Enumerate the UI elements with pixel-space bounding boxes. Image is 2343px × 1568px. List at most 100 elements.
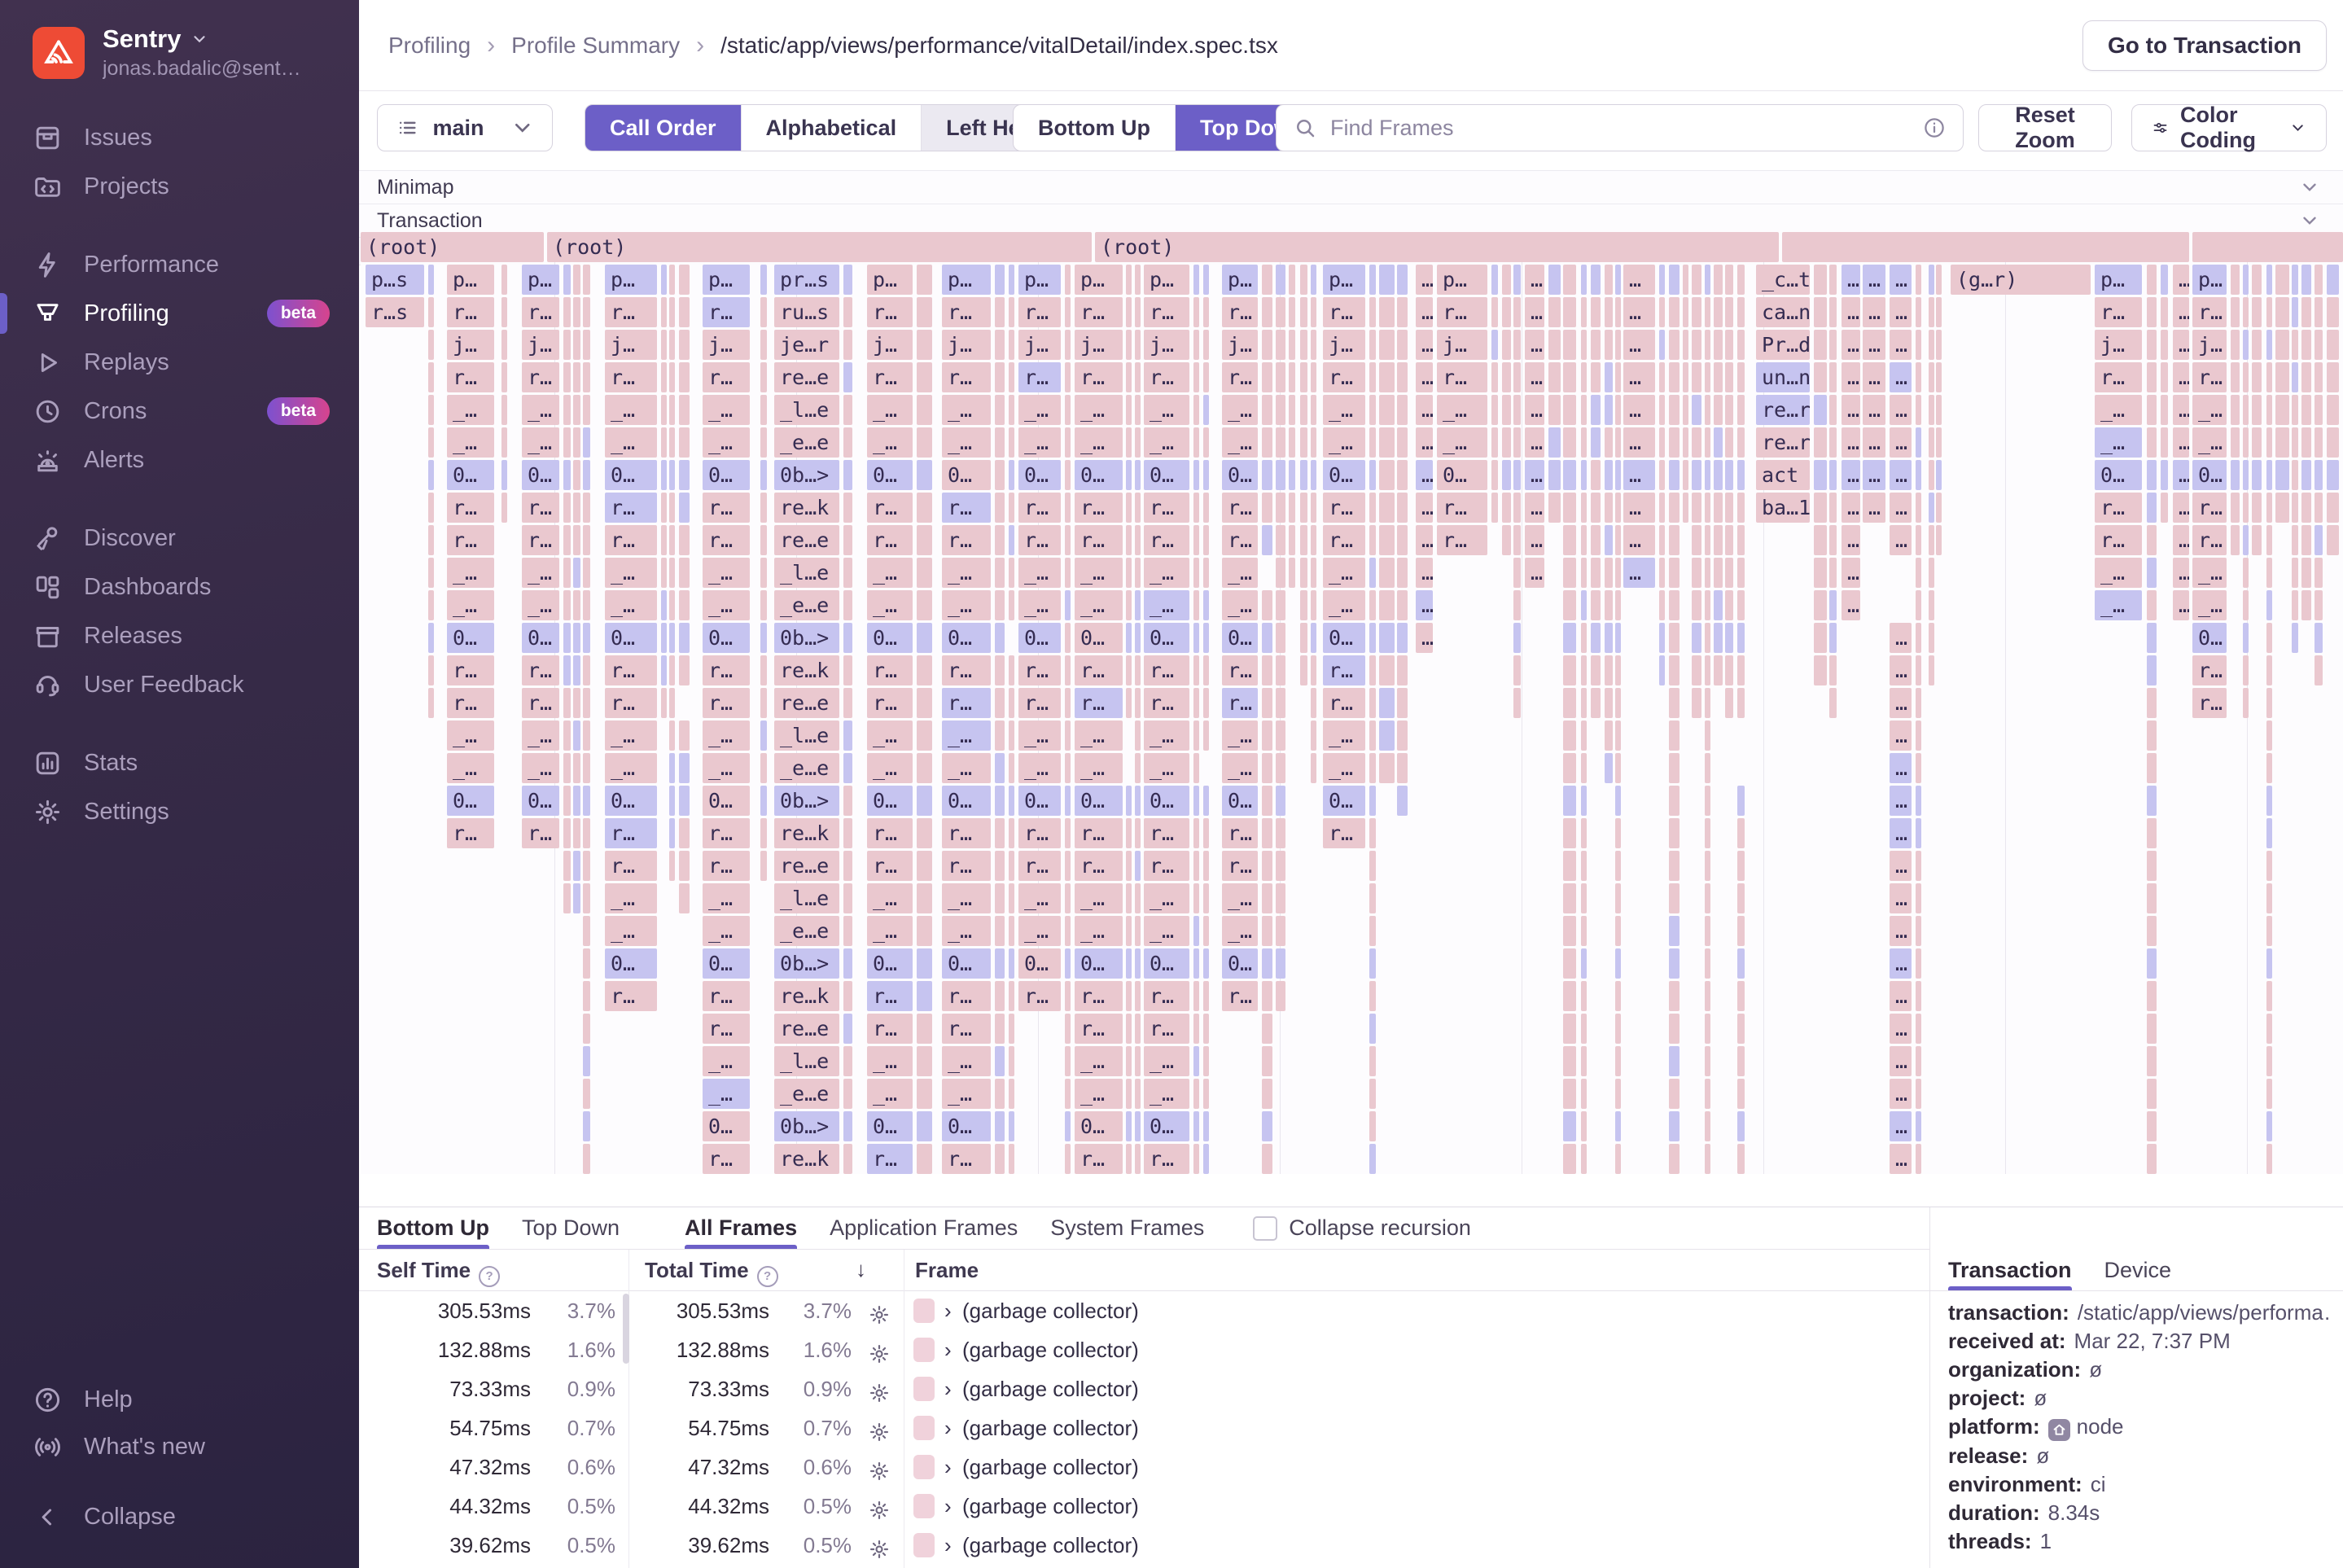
flamegraph-canvas[interactable]: (root)(root)(root)p…sr…sp…r…j…r…_…_…0…r…… [361,232,2343,1174]
flame-frame-cell[interactable] [661,297,667,327]
flame-frame-cell[interactable] [1563,558,1576,588]
flame-frame-cell[interactable] [1135,493,1141,523]
flame-frame-cell[interactable]: r… [522,655,559,685]
flame-frame-cell[interactable] [760,362,767,392]
flame-frame-cell[interactable]: r… [522,362,559,392]
flame-frame-cell[interactable] [1725,493,1733,523]
flame-frame-cell[interactable]: 0… [1222,460,1258,490]
flame-frame-cell[interactable]: (g…r) [1951,265,2091,295]
flame-frame-cell[interactable] [917,1014,932,1044]
flame-frame-cell[interactable] [1276,623,1285,653]
flame-frame-cell[interactable] [1563,948,1576,979]
flame-frame-cell[interactable] [1669,623,1680,653]
flame-frame-cell[interactable]: re…e [774,525,839,555]
flame-frame-cell[interactable] [2292,623,2298,653]
flame-frame-cell[interactable] [1615,265,1621,295]
flame-frame-cell[interactable] [1916,590,1921,620]
sidebar-item-projects[interactable]: Projects [0,162,359,211]
flame-frame-cell[interactable]: _… [942,1079,991,1109]
flame-frame-cell[interactable] [1725,623,1733,653]
flame-frame-cell[interactable]: r… [1437,493,1487,523]
flame-frame-cell[interactable] [1916,883,1921,913]
flame-frame-cell[interactable]: r… [942,981,991,1011]
flame-frame-cell[interactable] [843,981,852,1011]
flame-frame-cell[interactable]: … [1623,525,1655,555]
flame-frame-cell[interactable] [1936,395,1942,425]
flame-frame-cell[interactable] [843,753,852,783]
flame-frame-cell[interactable] [573,786,580,816]
flame-frame-cell[interactable]: r… [867,1144,913,1174]
flame-frame-cell[interactable] [1065,1079,1071,1109]
flame-frame-cell[interactable] [1065,1014,1071,1044]
flame-frame-cell[interactable] [1193,720,1199,751]
flame-frame-cell[interactable] [1725,362,1733,392]
flame-frame-cell[interactable] [2243,427,2249,458]
flame-frame-cell[interactable] [1737,297,1745,327]
flame-frame-cell[interactable] [1276,525,1285,555]
flame-frame-cell[interactable] [1397,427,1408,458]
flame-frame-cell[interactable] [1659,558,1665,588]
flame-frame-cell[interactable] [1135,883,1141,913]
flame-frame-cell[interactable] [917,1079,932,1109]
flame-frame-cell[interactable] [1829,655,1837,685]
flame-frame-cell[interactable] [2315,297,2323,327]
flame-frame-cell[interactable]: _… [867,916,913,946]
option-alphabetical[interactable]: Alphabetical [742,105,922,151]
flame-frame-cell[interactable] [1276,818,1285,848]
flame-frame-cell[interactable] [1369,916,1376,946]
flame-frame-cell[interactable] [1276,362,1285,392]
flame-frame-cell[interactable] [661,395,667,425]
flame-frame-cell[interactable] [1009,948,1014,979]
flame-frame-cell[interactable]: 0… [1075,1111,1123,1141]
flame-frame-cell[interactable] [1615,395,1621,425]
flame-frame-cell[interactable]: 0… [1222,786,1258,816]
flame-frame-cell[interactable] [1725,460,1733,490]
flame-frame-cell[interactable] [1605,330,1613,360]
flame-frame-cell[interactable]: r… [1144,851,1189,881]
flame-frame-cell[interactable] [1581,427,1587,458]
flame-frame-cell[interactable]: … [1842,558,1860,588]
flame-frame-cell[interactable] [1369,1144,1376,1174]
expand-icon[interactable]: › [944,1369,952,1408]
flame-frame-cell[interactable] [1705,786,1710,816]
flame-frame-cell[interactable] [1369,1111,1376,1141]
flame-frame-cell[interactable]: … [1842,395,1860,425]
flame-frame-cell[interactable] [1705,948,1710,979]
flame-frame-cell[interactable] [1692,688,1701,718]
flame-frame-cell[interactable] [1563,362,1576,392]
flame-frame-cell[interactable] [2147,851,2157,881]
flame-frame-cell[interactable] [1916,981,1921,1011]
flame-frame-cell[interactable]: … [1416,558,1433,588]
flame-frame-cell[interactable] [669,427,675,458]
flame-frame-cell[interactable] [1311,362,1316,392]
flame-frame-cell[interactable] [1397,558,1408,588]
flame-frame-cell[interactable] [1193,688,1199,718]
flame-frame-cell[interactable]: _… [1144,590,1189,620]
flame-frame-cell[interactable] [1714,427,1723,458]
flame-frame-cell[interactable] [1916,558,1921,588]
flame-frame-cell[interactable]: _… [1222,883,1258,913]
flame-frame-cell[interactable]: r… [942,362,991,392]
flame-frame-cell[interactable] [1563,1111,1576,1141]
flame-frame-cell[interactable] [2147,362,2157,392]
flame-frame-cell[interactable] [1397,297,1408,327]
flame-frame-cell[interactable]: r… [2192,525,2227,555]
flame-frame-cell[interactable] [1916,786,1921,816]
flame-frame-cell[interactable] [1605,655,1613,685]
flame-frame-cell[interactable] [583,851,590,881]
flame-frame-cell[interactable]: _e…e [774,1079,839,1109]
flame-frame-cell[interactable] [843,818,852,848]
flame-frame-cell[interactable] [995,1046,1005,1076]
flame-frame-cell[interactable]: j… [1222,330,1258,360]
flame-frame-cell[interactable]: _… [1222,720,1258,751]
flame-frame-cell[interactable]: re…k [774,655,839,685]
flame-frame-cell[interactable] [1009,265,1014,295]
flame-frame-cell[interactable] [669,753,675,783]
flame-frame-cell[interactable] [1193,395,1199,425]
flame-frame-cell[interactable] [1605,525,1613,555]
flame-frame-cell[interactable] [1513,395,1521,425]
flame-frame-cell[interactable]: _… [1323,558,1365,588]
flame-frame-cell[interactable] [563,720,571,751]
flame-frame-cell[interactable]: 0… [867,948,913,979]
flame-frame-cell[interactable] [2266,1111,2272,1141]
